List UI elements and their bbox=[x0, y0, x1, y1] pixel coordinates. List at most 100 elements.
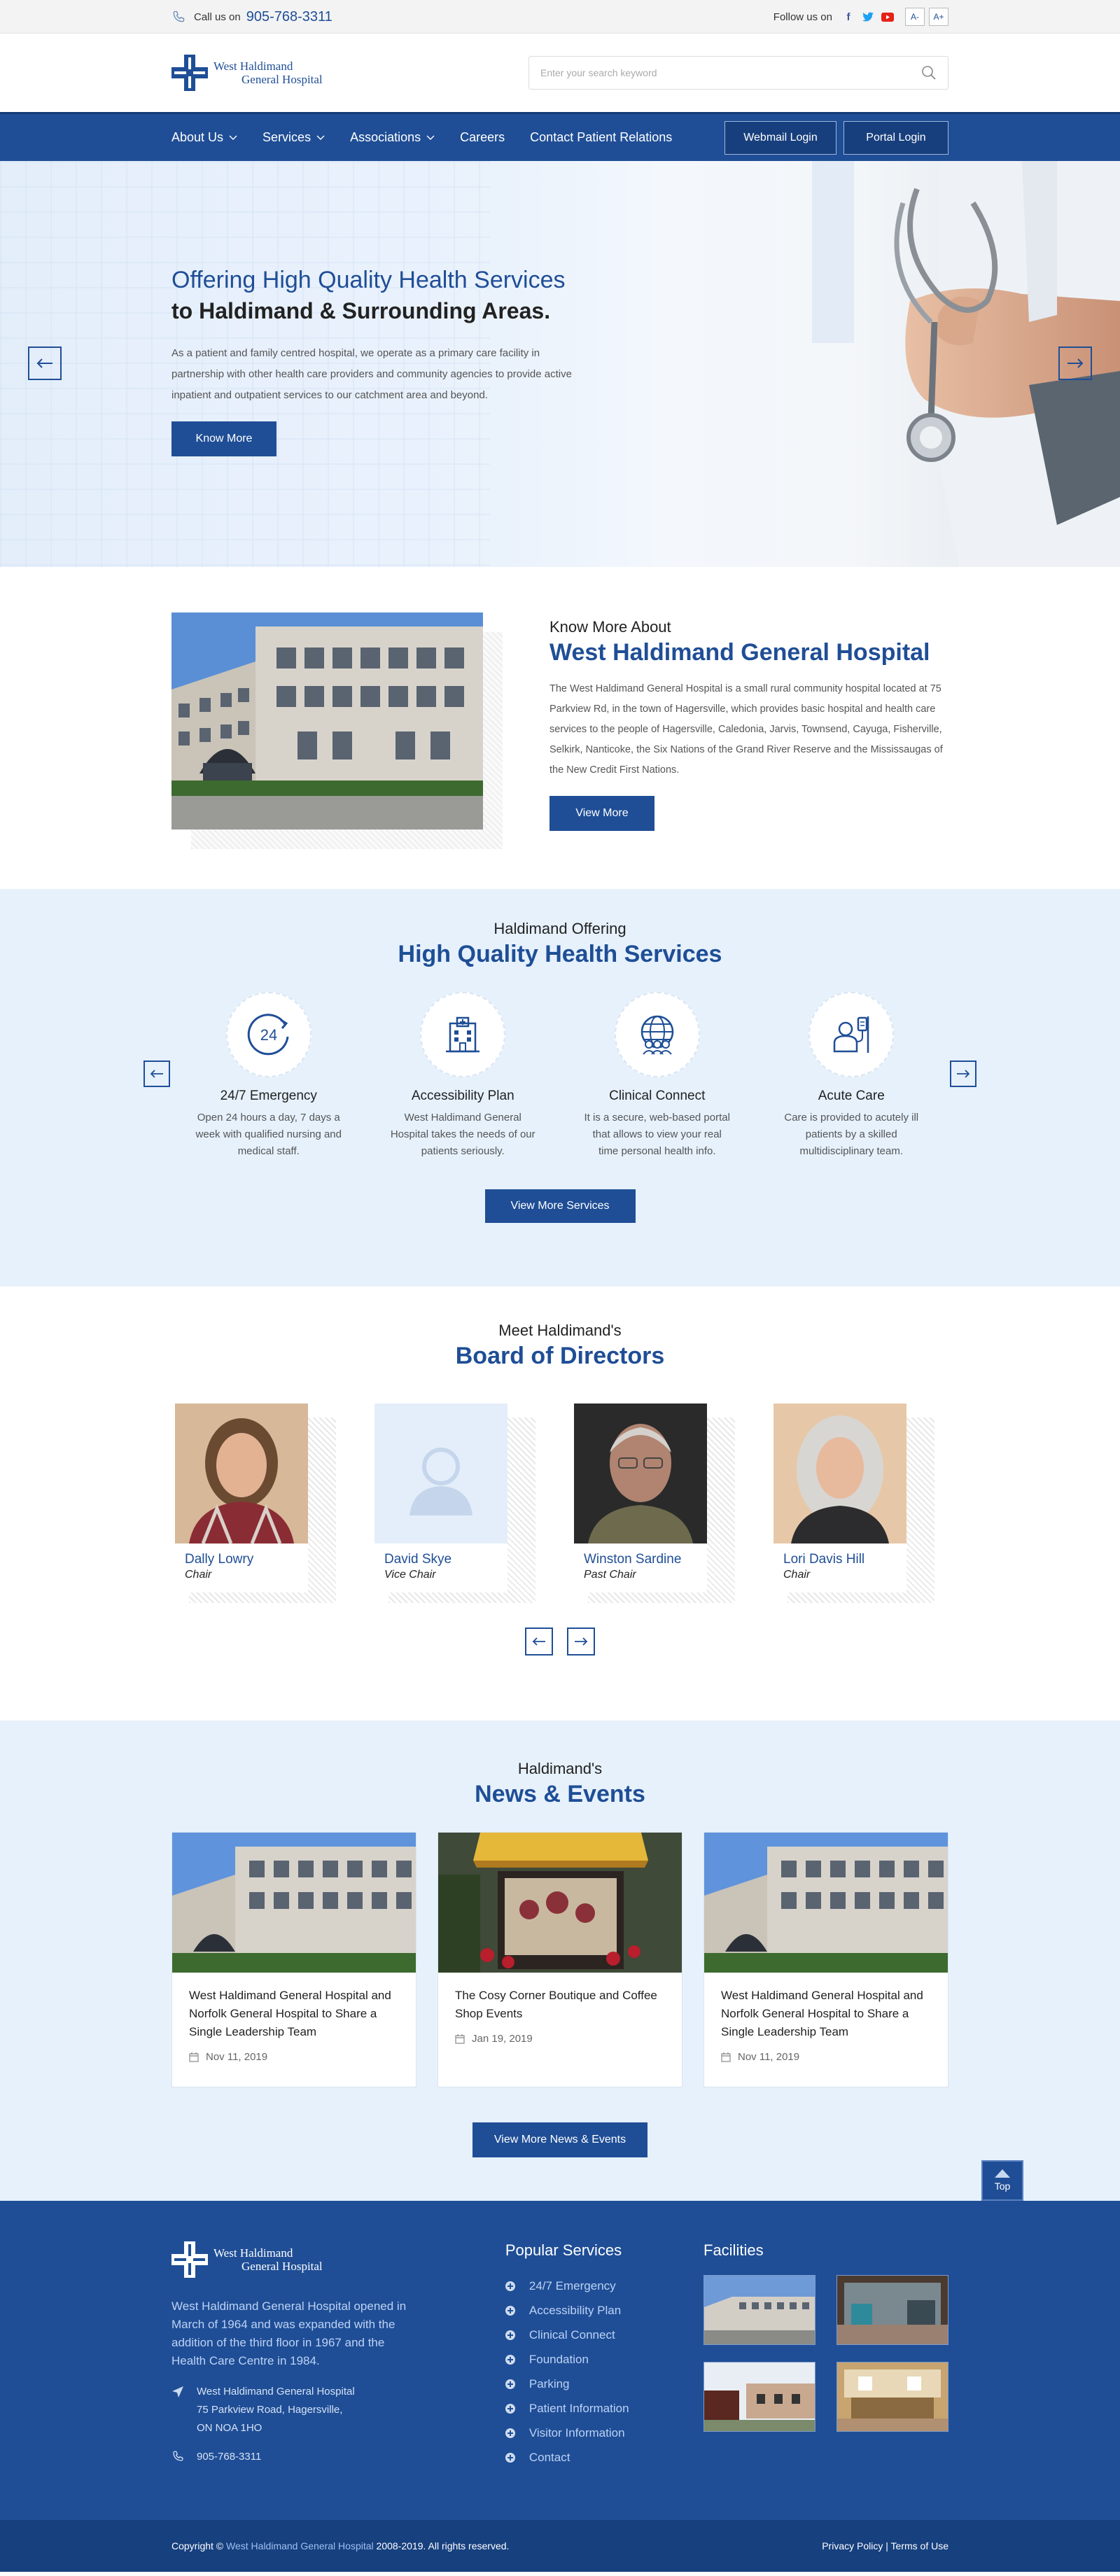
view-more-button[interactable]: View More bbox=[550, 796, 654, 831]
triangle-up-icon bbox=[995, 2169, 1010, 2178]
service-card[interactable]: 24 24/7 Emergency Open 24 hours a day, 7… bbox=[172, 992, 366, 1160]
footer-logo[interactable]: West Haldimand General Hospital bbox=[172, 2241, 505, 2278]
globe-people-icon bbox=[640, 1015, 673, 1055]
plus-circle-icon bbox=[505, 2379, 515, 2389]
service-card[interactable]: Acute Care Care is provided to acutely i… bbox=[755, 992, 949, 1160]
news-image bbox=[438, 1833, 682, 1973]
news-card-date: Nov 11, 2019 bbox=[738, 2051, 800, 2063]
services-next-button[interactable] bbox=[950, 1060, 976, 1087]
terms-of-use-link[interactable]: Terms of Use bbox=[891, 2540, 948, 2552]
nav-careers[interactable]: Careers bbox=[460, 130, 505, 145]
facility-thumbnail[interactable] bbox=[836, 2362, 948, 2432]
footer-description: West Haldimand General Hospital opened i… bbox=[172, 2300, 407, 2367]
footer-link[interactable]: Parking bbox=[505, 2372, 704, 2396]
font-decrease-button[interactable]: A- bbox=[905, 8, 925, 26]
portal-login-button[interactable]: Portal Login bbox=[844, 120, 948, 155]
services-section: Haldimand Offering High Quality Health S… bbox=[0, 889, 1120, 1287]
hospital-building-image bbox=[172, 612, 483, 830]
nav-about-us[interactable]: About Us bbox=[172, 130, 237, 145]
news-subtitle: Haldimand's bbox=[517, 1760, 603, 1777]
footer-link[interactable]: 24/7 Emergency bbox=[505, 2274, 704, 2298]
service-card[interactable]: Clinical Connect It is a secure, web-bas… bbox=[560, 992, 755, 1160]
view-more-services-button[interactable]: View More Services bbox=[484, 1189, 636, 1223]
about-section: Know More About West Haldimand General H… bbox=[0, 567, 1120, 889]
nav-associations[interactable]: Associations bbox=[350, 130, 435, 145]
member-name: Dally Lowry bbox=[185, 1552, 254, 1567]
copyright-hospital-link[interactable]: West Haldimand General Hospital bbox=[226, 2540, 374, 2552]
footer-link[interactable]: Clinical Connect bbox=[505, 2323, 704, 2347]
facebook-icon[interactable]: f bbox=[841, 9, 856, 24]
webmail-login-button[interactable]: Webmail Login bbox=[724, 120, 836, 155]
plus-circle-icon bbox=[505, 2354, 515, 2365]
board-member-card[interactable]: Dally Lowry Chair bbox=[161, 1404, 360, 1614]
news-card[interactable]: The Cosy Corner Boutique and Coffee Shop… bbox=[438, 1832, 682, 2087]
hospital-cross-logo-icon bbox=[172, 2241, 208, 2278]
footer-link-label: Parking bbox=[528, 2376, 570, 2390]
nav-services[interactable]: Services bbox=[262, 130, 325, 145]
footer-link[interactable]: Visitor Information bbox=[505, 2421, 704, 2445]
news-card-title: West Haldimand General Hospital and Norf… bbox=[189, 1989, 391, 2038]
footer-link[interactable]: Patient Information bbox=[505, 2396, 704, 2421]
arrow-right-icon bbox=[575, 1637, 588, 1646]
twitter-icon[interactable] bbox=[860, 9, 876, 24]
services-title: High Quality Health Services bbox=[398, 941, 722, 967]
youtube-icon[interactable] bbox=[880, 9, 895, 24]
board-subtitle: Meet Haldimand's bbox=[498, 1322, 622, 1339]
calendar-icon bbox=[455, 2033, 465, 2044]
phone-link[interactable]: 905-768-3311 bbox=[246, 9, 332, 25]
footer-link-label: Accessibility Plan bbox=[528, 2303, 622, 2317]
address-line-1: West Haldimand General Hospital bbox=[197, 2386, 355, 2398]
top-bar: Call us on 905-768-3311 Follow us on f A… bbox=[0, 0, 1120, 34]
header: West Haldimand General Hospital Enter yo… bbox=[0, 34, 1120, 112]
privacy-policy-link[interactable]: Privacy Policy bbox=[822, 2540, 883, 2552]
member-role: Chair bbox=[185, 1569, 212, 1581]
board-prev-button[interactable] bbox=[525, 1628, 553, 1656]
news-card-date: Jan 19, 2019 bbox=[472, 2033, 533, 2045]
search-icon[interactable] bbox=[921, 65, 937, 80]
news-card[interactable]: West Haldimand General Hospital and Norf… bbox=[704, 1832, 948, 2087]
phone-icon bbox=[173, 2451, 183, 2461]
view-more-news-button[interactable]: View More News & Events bbox=[472, 2122, 648, 2157]
font-increase-button[interactable]: A+ bbox=[929, 8, 948, 26]
arrow-left-icon bbox=[36, 358, 52, 368]
board-next-button[interactable] bbox=[567, 1628, 595, 1656]
call-us-label: Call us on bbox=[194, 10, 241, 23]
hospital-building-icon bbox=[446, 1016, 480, 1053]
footer-link[interactable]: Foundation bbox=[505, 2347, 704, 2372]
footer-link[interactable]: Accessibility Plan bbox=[505, 2298, 704, 2323]
facility-thumbnail[interactable] bbox=[704, 2362, 816, 2432]
service-description: Open 24 hours a day, 7 days a week with … bbox=[195, 1112, 342, 1157]
hero-prev-button[interactable] bbox=[28, 346, 62, 380]
footer-logo-line-1: West Haldimand bbox=[214, 2246, 293, 2260]
search-input[interactable]: Enter your search keyword bbox=[528, 56, 948, 90]
service-card[interactable]: Accessibility Plan West Haldimand Genera… bbox=[366, 992, 561, 1160]
avatar-placeholder-icon bbox=[374, 1404, 507, 1544]
back-to-top-button[interactable]: Top bbox=[981, 2160, 1023, 2201]
know-more-button[interactable]: Know More bbox=[172, 421, 276, 456]
board-member-card[interactable]: Winston Sardine Past Chair bbox=[560, 1404, 760, 1614]
board-member-card[interactable]: Lori Davis Hill Chair bbox=[760, 1404, 959, 1614]
member-name: David Skye bbox=[384, 1552, 452, 1567]
arrow-right-icon bbox=[957, 1070, 970, 1078]
plus-circle-icon bbox=[505, 2281, 515, 2291]
facility-thumbnail[interactable] bbox=[704, 2275, 816, 2345]
service-description: Care is provided to acutely ill patients… bbox=[784, 1112, 919, 1157]
about-paragraph: The West Haldimand General Hospital is a… bbox=[550, 683, 943, 776]
board-member-card[interactable]: David Skye Vice Chair bbox=[360, 1404, 560, 1614]
hero-next-button[interactable] bbox=[1058, 346, 1092, 380]
footer-phone[interactable]: 905-768-3311 bbox=[172, 2450, 505, 2463]
services-prev-button[interactable] bbox=[144, 1060, 170, 1087]
popular-services-heading: Popular Services bbox=[505, 2241, 622, 2259]
facility-thumbnail[interactable] bbox=[836, 2275, 948, 2345]
news-card[interactable]: West Haldimand General Hospital and Norf… bbox=[172, 1832, 416, 2087]
site-logo[interactable]: West Haldimand General Hospital bbox=[172, 55, 323, 91]
footer-link[interactable]: Contact bbox=[505, 2445, 704, 2470]
copyright-prefix: Copyright © bbox=[172, 2540, 224, 2552]
chevron-down-icon bbox=[316, 135, 325, 140]
member-photo bbox=[574, 1404, 707, 1544]
nav-contact-patient-relations[interactable]: Contact Patient Relations bbox=[530, 130, 672, 145]
member-role: Vice Chair bbox=[384, 1569, 436, 1581]
address-line-2: 75 Parkview Road, Hagersville, bbox=[197, 2404, 343, 2416]
arrow-right-icon bbox=[1068, 358, 1084, 368]
back-to-top-label: Top bbox=[994, 2180, 1011, 2192]
